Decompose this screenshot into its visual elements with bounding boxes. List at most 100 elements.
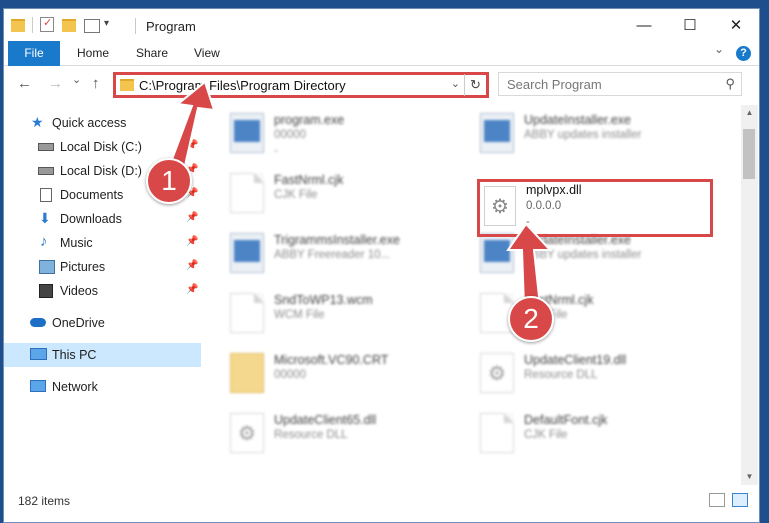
sidebar-item-network[interactable]: Network xyxy=(4,375,201,399)
selected-file[interactable]: ⚙ mplvpx.dll 0.0.0.0 - xyxy=(480,182,710,234)
sidebar-item-label: OneDrive xyxy=(52,316,105,330)
scroll-down-icon[interactable]: ▼ xyxy=(741,469,758,485)
new-folder-icon[interactable] xyxy=(62,19,76,32)
sidebar-item-label: Local Disk (D:) xyxy=(60,164,142,178)
document-icon xyxy=(480,413,514,453)
list-item[interactable]: program.exe 00000 - xyxy=(204,105,454,161)
file-size: - xyxy=(274,145,278,157)
list-item[interactable]: UpdateInstaller.exe ABBY updates install… xyxy=(454,105,704,161)
callout-badge-one: 1 xyxy=(146,158,192,204)
recent-locations-icon[interactable]: ⌄ xyxy=(72,73,81,86)
large-icons-view-icon[interactable] xyxy=(732,493,748,507)
status-bar: 182 items xyxy=(4,489,759,515)
refresh-button[interactable]: ↻ xyxy=(464,74,486,96)
sidebar-item-onedrive[interactable]: OneDrive xyxy=(4,311,201,335)
quick-access-separator xyxy=(32,17,33,33)
navigation-bar: ← → ⌄ ↑ C:\Program Files\Program Directo… xyxy=(4,67,759,103)
pin-icon[interactable]: 📌 xyxy=(186,236,198,247)
customize-icon[interactable] xyxy=(84,19,100,33)
sidebar-item-label: Pictures xyxy=(60,260,106,274)
documents-icon xyxy=(40,188,52,202)
close-button[interactable]: ✕ xyxy=(713,9,759,41)
address-path: C:\Program Files\Program Directory xyxy=(139,78,346,93)
address-dropdown-icon[interactable]: ⌄ xyxy=(451,77,460,90)
drive-icon xyxy=(38,143,54,151)
forward-button[interactable]: → xyxy=(48,75,63,92)
tab-view[interactable]: View xyxy=(194,41,220,66)
file-name: TrigrammsInstaller.exe xyxy=(274,233,400,247)
file-type: 00000 xyxy=(274,129,306,141)
pin-icon[interactable]: 📌 xyxy=(186,260,198,271)
sidebar-item-label: Quick access xyxy=(52,116,127,130)
sidebar-item-label: Downloads xyxy=(60,212,122,226)
tab-share[interactable]: Share xyxy=(136,41,168,66)
gear-icon: ⚙ xyxy=(230,413,264,453)
file-explorer-window: ✓ ▾ Program — ☐ ✕ File Home Share View ⌄… xyxy=(3,8,760,523)
help-icon[interactable]: ? xyxy=(736,46,751,61)
sidebar-item-label: This PC xyxy=(52,348,97,362)
list-item[interactable]: SndToWP13.wcm WCM File xyxy=(204,285,454,341)
list-item[interactable]: FastNrml.cjk CJK File xyxy=(204,165,454,221)
pin-icon[interactable]: 📌 xyxy=(186,212,198,223)
file-name: Microsoft.VC90.CRT xyxy=(274,353,389,367)
tab-home[interactable]: Home xyxy=(77,41,109,66)
pin-icon[interactable]: 📌 xyxy=(186,140,198,151)
properties-icon[interactable]: ✓ xyxy=(40,17,54,32)
file-type: CJK File xyxy=(524,429,568,441)
sidebar-item-videos[interactable]: Videos 📌 xyxy=(4,279,201,303)
sidebar-item-music[interactable]: ♪ Music 📌 xyxy=(4,231,201,255)
ribbon-expand-icon[interactable]: ⌄ xyxy=(714,42,724,56)
application-icon xyxy=(230,233,264,273)
file-type: CJK File xyxy=(274,189,318,201)
file-type: Resource DLL xyxy=(524,369,598,381)
file-type: 00000 xyxy=(274,369,306,381)
list-item[interactable]: ⚙ UpdateClient65.dll Resource DLL xyxy=(204,405,454,461)
file-type: ABBY Freereader 10... xyxy=(274,249,391,261)
file-name: UpdateInstaller.exe xyxy=(524,113,632,127)
videos-icon xyxy=(39,284,53,298)
sidebar-item-label: Local Disk (C:) xyxy=(60,140,142,154)
list-item[interactable]: DefaultFont.cjk CJK File xyxy=(454,405,704,461)
item-count: 182 items xyxy=(18,494,71,508)
sidebar-item-label: Videos xyxy=(60,284,98,298)
tab-file[interactable]: File xyxy=(8,41,60,66)
minimize-button[interactable]: — xyxy=(621,9,667,41)
sidebar-item-label: Documents xyxy=(60,188,124,202)
maximize-button[interactable]: ☐ xyxy=(667,9,713,41)
search-input[interactable]: Search Program ⚲ xyxy=(498,72,742,96)
sidebar-item-pictures[interactable]: Pictures 📌 xyxy=(4,255,201,279)
quick-access-dropdown-icon[interactable]: ▾ xyxy=(104,18,109,34)
document-icon xyxy=(230,173,264,213)
dll-gear-icon: ⚙ xyxy=(484,186,516,226)
folder-icon xyxy=(120,79,134,91)
list-item[interactable]: Microsoft.VC90.CRT 00000 xyxy=(204,345,454,401)
address-bar[interactable]: C:\Program Files\Program Directory ⌄ ↻ xyxy=(113,72,489,98)
sidebar-item-local-disk-c[interactable]: Local Disk (C:) 📌 xyxy=(4,135,201,159)
list-item[interactable]: ⚙ UpdateClient19.dll Resource DLL xyxy=(454,345,704,401)
scroll-up-icon[interactable]: ▲ xyxy=(741,105,758,121)
title-separator xyxy=(135,18,136,34)
pin-icon[interactable]: 📌 xyxy=(186,284,198,295)
scroll-thumb[interactable] xyxy=(743,129,755,179)
sidebar-item-quick-access[interactable]: ★ Quick access xyxy=(4,111,201,135)
folder-icon xyxy=(11,19,25,32)
file-name: UpdateClient19.dll xyxy=(524,353,627,367)
sidebar-item-this-pc[interactable]: This PC xyxy=(4,343,201,367)
back-button[interactable]: ← xyxy=(17,75,32,92)
document-icon xyxy=(230,293,264,333)
list-item[interactable]: FastNrml.cjk CJK File xyxy=(454,285,704,341)
details-view-icon[interactable] xyxy=(709,493,725,507)
file-type: ABBY updates installer xyxy=(524,129,642,141)
up-button[interactable]: ↑ xyxy=(92,75,100,92)
list-item[interactable]: TrigrammsInstaller.exe ABBY Freereader 1… xyxy=(204,225,454,281)
callout-badge-two: 2 xyxy=(508,296,554,342)
pictures-icon xyxy=(39,260,55,274)
network-icon xyxy=(30,380,46,392)
vertical-scrollbar[interactable]: ▲ ▼ xyxy=(741,105,758,485)
file-name: mplvpx.dll xyxy=(526,183,582,197)
window-title: Program xyxy=(146,19,196,34)
gear-icon: ⚙ xyxy=(480,353,514,393)
file-list: program.exe 00000 - UpdateInstaller.exe … xyxy=(204,105,740,485)
title-bar: ✓ ▾ Program — ☐ ✕ xyxy=(4,9,759,41)
sidebar-item-downloads[interactable]: ⬇ Downloads 📌 xyxy=(4,207,201,231)
